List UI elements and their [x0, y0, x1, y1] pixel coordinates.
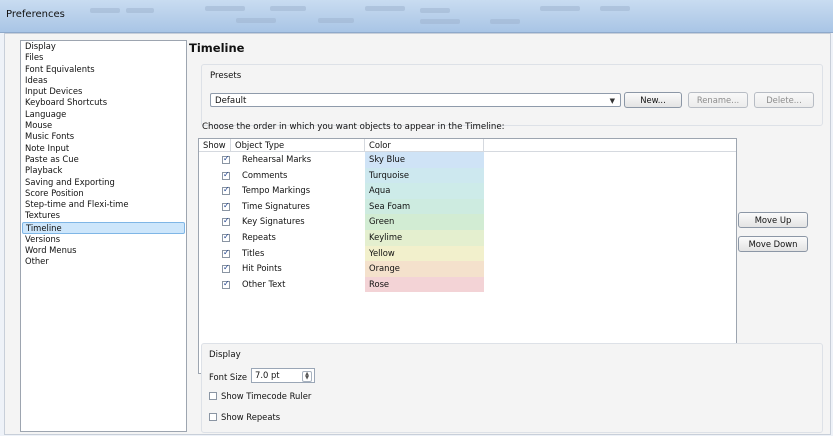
new-preset-button[interactable]: New... — [624, 92, 682, 108]
show-checkbox[interactable] — [222, 248, 230, 258]
color-name-cell: Green — [369, 216, 395, 227]
color-name-cell: Sky Blue — [369, 154, 406, 164]
presets-value: Default — [215, 96, 247, 106]
show-checkbox[interactable] — [222, 201, 230, 211]
blurred-toolbar — [490, 19, 520, 24]
sidebar-item-ideas[interactable]: Ideas — [21, 75, 186, 86]
blurred-toolbar — [205, 6, 245, 11]
object-type-cell: Time Signatures — [242, 200, 310, 211]
color-name-cell: Turquoise — [369, 169, 410, 180]
object-type-cell: Titles — [242, 247, 265, 258]
sidebar-item-other[interactable]: Other — [21, 256, 186, 267]
object-type-cell: Repeats — [242, 232, 276, 242]
sidebar-item-language[interactable]: Language — [21, 109, 186, 120]
table-row[interactable]: Key Signatures Green — [199, 214, 736, 230]
blurred-toolbar — [420, 19, 460, 24]
table-row[interactable]: Comments Turquoise — [199, 167, 736, 184]
move-down-button[interactable]: Move Down — [738, 236, 808, 252]
blurred-toolbar — [365, 6, 405, 11]
delete-preset-button[interactable]: Delete... — [754, 92, 814, 108]
sidebar-item-saving-and-exporting[interactable]: Saving and Exporting — [21, 177, 186, 188]
instruction-text: Choose the order in which you want objec… — [202, 122, 505, 132]
blurred-toolbar — [318, 18, 354, 23]
show-repeats-label: Show Repeats — [221, 412, 281, 422]
object-type-cell: Key Signatures — [242, 216, 305, 227]
display-group — [201, 343, 823, 433]
timeline-objects-table[interactable]: Show Object Type Color Rehearsal Marks Sk… — [198, 138, 737, 374]
sidebar-item-word-menus[interactable]: Word Menus — [21, 245, 186, 256]
show-timecode-ruler-label: Show Timecode Ruler — [221, 391, 312, 401]
table-row[interactable]: Time Signatures Sea Foam — [199, 198, 736, 215]
show-checkbox[interactable] — [222, 279, 230, 289]
table-row[interactable]: Other Text Rose — [199, 276, 736, 293]
show-checkbox[interactable] — [222, 185, 230, 196]
dropdown-arrow-icon: ▼ — [609, 97, 615, 105]
column-header-show: Show — [199, 139, 231, 151]
sidebar-item-files[interactable]: Files — [21, 52, 186, 63]
table-row[interactable]: Titles Yellow — [199, 245, 736, 262]
show-checkbox[interactable] — [222, 216, 230, 227]
color-name-cell: Aqua — [369, 185, 391, 196]
presets-label: Presets — [210, 71, 242, 81]
preferences-dialog: Display Files Font Equivalents Ideas Input D… — [4, 33, 831, 435]
category-list[interactable]: Display Files Font Equivalents Ideas Input D… — [20, 40, 187, 432]
sidebar-item-mouse[interactable]: Mouse — [21, 120, 186, 131]
blurred-toolbar — [540, 6, 580, 11]
sidebar-item-timeline[interactable]: Timeline — [22, 221, 185, 234]
spinner-arrows-icon[interactable]: ▲ ▼ — [302, 371, 312, 382]
table-row[interactable]: Hit Points Orange — [199, 261, 736, 277]
window-title: Preferences — [6, 9, 65, 20]
sidebar-item-versions[interactable]: Versions — [21, 234, 186, 245]
title-bar: Preferences — [0, 0, 833, 33]
object-type-cell: Comments — [242, 169, 288, 180]
object-type-cell: Tempo Markings — [242, 185, 311, 196]
sidebar-item-score-position[interactable]: Score Position — [21, 188, 186, 199]
sidebar-item-font-equivalents[interactable]: Font Equivalents — [21, 64, 186, 75]
blurred-toolbar — [600, 6, 630, 11]
color-name-cell: Keylime — [369, 232, 403, 242]
move-up-button[interactable]: Move Up — [738, 212, 808, 228]
show-checkbox[interactable] — [222, 263, 230, 274]
blurred-toolbar — [126, 8, 154, 13]
object-type-cell: Other Text — [242, 278, 286, 289]
blurred-toolbar — [90, 8, 120, 13]
color-name-cell: Sea Foam — [369, 200, 411, 211]
show-checkbox[interactable] — [222, 170, 230, 180]
sidebar-item-music-fonts[interactable]: Music Fonts — [21, 131, 186, 142]
color-name-cell: Rose — [369, 278, 390, 289]
font-size-label: Font Size — [209, 372, 248, 382]
sidebar-item-input-devices[interactable]: Input Devices — [21, 86, 186, 97]
sidebar-item-keyboard-shortcuts[interactable]: Keyboard Shortcuts — [21, 97, 186, 108]
table-header: Show Object Type Color — [199, 139, 736, 152]
table-row[interactable]: Rehearsal Marks Sky Blue — [199, 152, 736, 168]
column-header-object-type: Object Type — [231, 139, 365, 151]
sidebar-item-paste-as-cue[interactable]: Paste as Cue — [21, 154, 186, 165]
show-repeats-checkbox[interactable] — [209, 413, 217, 421]
show-checkbox[interactable] — [222, 232, 230, 242]
sidebar-item-note-input[interactable]: Note Input — [21, 143, 186, 154]
object-type-cell: Rehearsal Marks — [242, 154, 312, 164]
blurred-toolbar — [236, 18, 276, 23]
sidebar-item-playback[interactable]: Playback — [21, 165, 186, 176]
page-title: Timeline — [189, 41, 245, 55]
sidebar-item-textures[interactable]: Textures — [21, 210, 186, 221]
sidebar-item-display[interactable]: Display — [21, 41, 186, 52]
column-header-color: Color — [365, 139, 484, 151]
presets-dropdown[interactable]: Default ▼ — [210, 93, 621, 107]
table-row[interactable]: Tempo Markings Aqua — [199, 183, 736, 199]
blurred-toolbar — [270, 6, 306, 11]
blurred-toolbar — [420, 8, 450, 13]
font-size-spinner[interactable]: 7.0 pt ▲ ▼ — [251, 368, 315, 383]
object-type-cell: Hit Points — [242, 263, 282, 274]
table-row[interactable]: Repeats Keylime — [199, 230, 736, 246]
show-timecode-ruler-checkbox[interactable] — [209, 392, 217, 400]
show-checkbox[interactable] — [222, 154, 230, 164]
rename-preset-button[interactable]: Rename... — [688, 92, 748, 108]
font-size-value: 7.0 pt — [255, 370, 280, 380]
sidebar-item-step-time-and-flexi-time[interactable]: Step-time and Flexi-time — [21, 199, 186, 210]
color-name-cell: Yellow — [369, 247, 395, 258]
display-label: Display — [209, 350, 241, 360]
color-name-cell: Orange — [369, 263, 400, 274]
